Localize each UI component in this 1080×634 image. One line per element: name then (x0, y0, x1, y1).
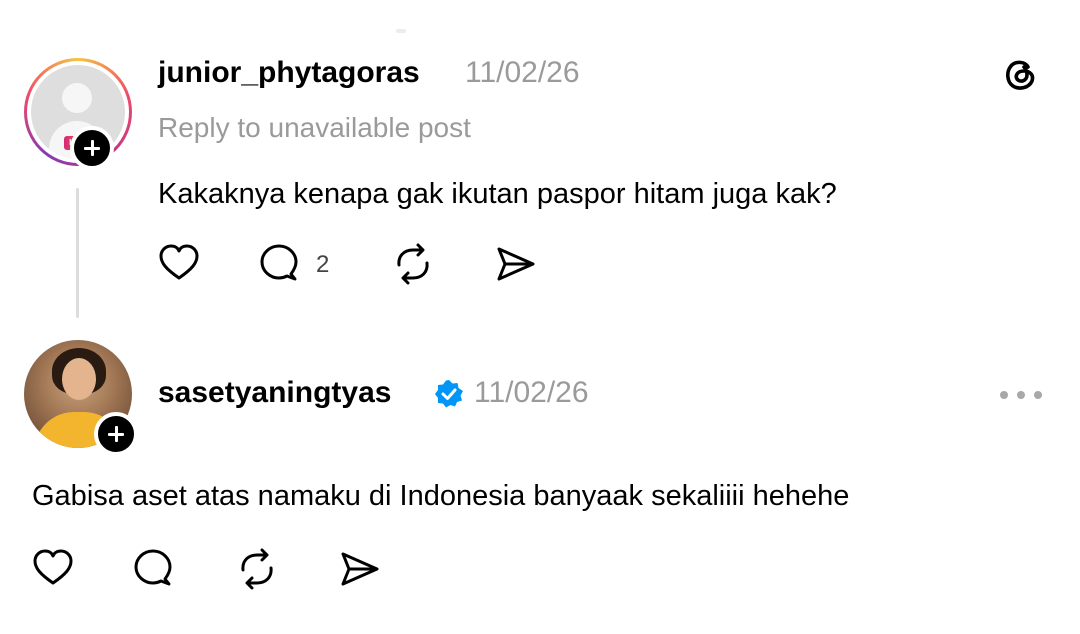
send-icon[interactable] (492, 241, 538, 287)
more-options-icon[interactable] (1000, 388, 1044, 402)
post-username[interactable]: junior_phytagoras (158, 56, 420, 90)
send-icon[interactable] (336, 546, 382, 592)
comment-icon[interactable] (256, 241, 302, 287)
follow-plus-icon[interactable] (94, 412, 138, 456)
comment-icon[interactable] (130, 546, 176, 592)
follow-plus-icon[interactable] (70, 126, 114, 170)
repost-icon[interactable] (390, 241, 436, 287)
reply-count: 2 (316, 251, 330, 278)
threads-logo-icon[interactable] (1000, 54, 1040, 94)
verified-badge-icon (434, 379, 464, 409)
reply-username[interactable]: sasetyaningtyas (158, 376, 391, 410)
repost-icon[interactable] (234, 546, 280, 592)
heart-icon[interactable] (30, 546, 76, 592)
post-date: 11/02/26 (465, 56, 580, 89)
reply-text: Gabisa aset atas namaku di Indonesia ban… (32, 480, 850, 512)
post-text: Kakaknya kenapa gak ikutan paspor hitam … (158, 178, 837, 210)
top-indicator (396, 29, 406, 33)
reply-context[interactable]: Reply to unavailable post (158, 112, 471, 144)
heart-icon[interactable] (156, 241, 202, 287)
reply-date: 11/02/26 (474, 376, 589, 409)
thread-connector-line (76, 188, 79, 318)
